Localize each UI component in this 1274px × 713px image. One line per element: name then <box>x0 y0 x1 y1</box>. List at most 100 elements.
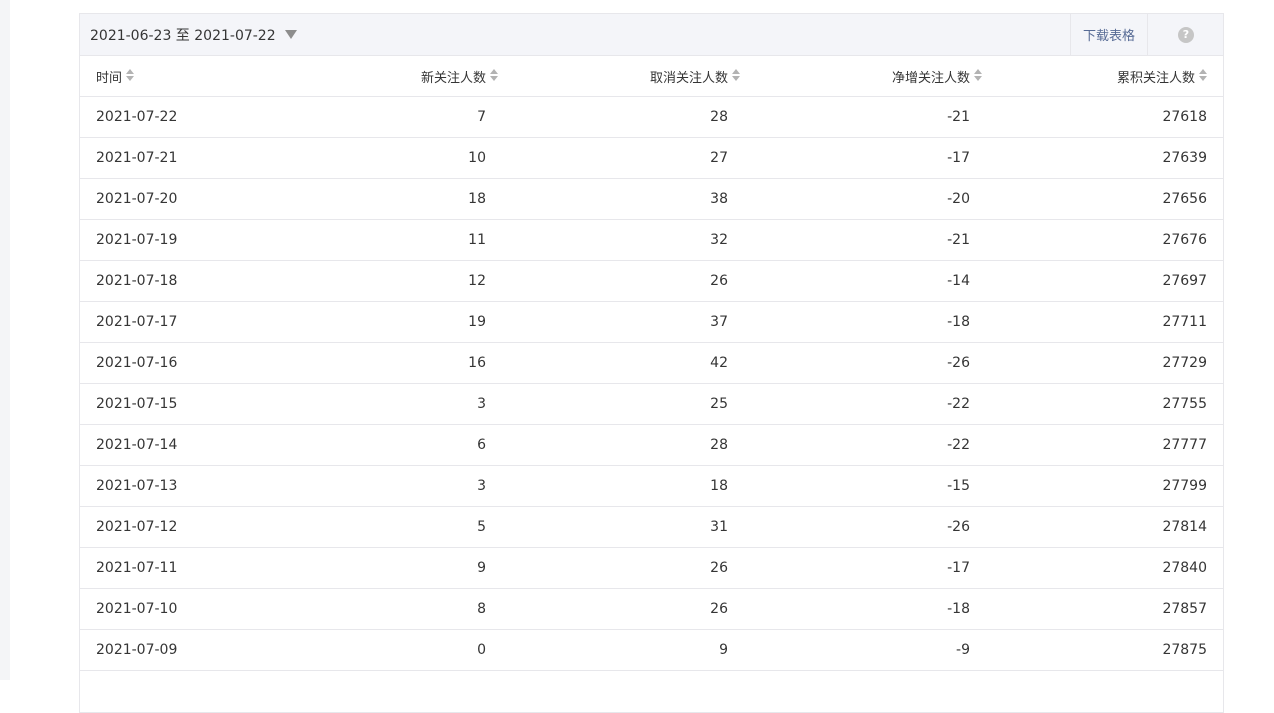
table-header-row: 时间 新关注人数 取消关注人数 净增关注人数 累积关注人数 <box>80 56 1223 97</box>
date-range-picker[interactable]: 2021-06-23 至 2021-07-22 <box>90 14 297 55</box>
cell-total-followers: 27799 <box>982 465 1223 507</box>
cell-net-growth: -17 <box>740 137 982 179</box>
cell-net-growth: -22 <box>740 424 982 466</box>
cell-date: 2021-07-20 <box>80 178 256 220</box>
column-header-total-followers[interactable]: 累积关注人数 <box>982 56 1223 97</box>
table-row: 2021-07-10 8 26 -18 27857 <box>80 588 1223 630</box>
cell-date: 2021-07-22 <box>80 96 256 138</box>
sort-icon <box>732 69 740 81</box>
column-header-label: 取消关注人数 <box>649 70 728 86</box>
cell-unfollows: 18 <box>498 465 740 507</box>
cell-total-followers: 27777 <box>982 424 1223 466</box>
cell-date: 2021-07-18 <box>80 260 256 302</box>
cell-net-growth: -26 <box>740 342 982 384</box>
cell-new-followers: 12 <box>256 260 498 302</box>
help-button[interactable]: ? <box>1147 14 1224 55</box>
cell-new-followers: 10 <box>256 137 498 179</box>
column-header-label: 新关注人数 <box>420 70 486 86</box>
cell-unfollows: 27 <box>498 137 740 179</box>
table-row: 2021-07-20 18 38 -20 27656 <box>80 178 1223 220</box>
cell-date: 2021-07-21 <box>80 137 256 179</box>
cell-new-followers: 6 <box>256 424 498 466</box>
column-header-label: 累积关注人数 <box>1116 70 1195 86</box>
cell-net-growth: -26 <box>740 506 982 548</box>
download-table-button[interactable]: 下载表格 <box>1070 14 1147 55</box>
cell-new-followers: 19 <box>256 301 498 343</box>
table-row: 2021-07-11 9 26 -17 27840 <box>80 547 1223 589</box>
table-row: 2021-07-09 0 9 -9 27875 <box>80 629 1223 671</box>
cell-date: 2021-07-14 <box>80 424 256 466</box>
cell-unfollows: 26 <box>498 547 740 589</box>
cell-unfollows: 32 <box>498 219 740 261</box>
cell-unfollows: 37 <box>498 301 740 343</box>
cell-new-followers: 8 <box>256 588 498 630</box>
cell-new-followers: 5 <box>256 506 498 548</box>
cell-total-followers: 27857 <box>982 588 1223 630</box>
data-table-panel: 2021-06-23 至 2021-07-22 下载表格 ? 时间 新关注人数 … <box>79 13 1224 713</box>
cell-total-followers: 27639 <box>982 137 1223 179</box>
cell-total-followers: 27729 <box>982 342 1223 384</box>
table-row: 2021-07-18 12 26 -14 27697 <box>80 260 1223 302</box>
sort-icon <box>490 69 498 81</box>
cell-net-growth: -18 <box>740 301 982 343</box>
cell-new-followers: 3 <box>256 465 498 507</box>
table-row: 2021-07-13 3 18 -15 27799 <box>80 465 1223 507</box>
table-row: 2021-07-22 7 28 -21 27618 <box>80 96 1223 138</box>
cell-date: 2021-07-15 <box>80 383 256 425</box>
cell-new-followers: 11 <box>256 219 498 261</box>
cell-date: 2021-07-09 <box>80 629 256 671</box>
table-row: 2021-07-16 16 42 -26 27729 <box>80 342 1223 384</box>
column-header-unfollows[interactable]: 取消关注人数 <box>498 56 740 97</box>
sort-icon <box>1199 69 1207 81</box>
cell-net-growth: -22 <box>740 383 982 425</box>
cell-new-followers: 0 <box>256 629 498 671</box>
cell-total-followers: 27676 <box>982 219 1223 261</box>
cell-new-followers: 16 <box>256 342 498 384</box>
column-header-label: 净增关注人数 <box>891 70 970 86</box>
cell-unfollows: 9 <box>498 629 740 671</box>
cell-total-followers: 27840 <box>982 547 1223 589</box>
cell-total-followers: 27618 <box>982 96 1223 138</box>
column-header-net-growth[interactable]: 净增关注人数 <box>740 56 982 97</box>
cell-date: 2021-07-13 <box>80 465 256 507</box>
left-background-strip <box>0 0 10 680</box>
column-header-date[interactable]: 时间 <box>80 56 256 97</box>
cell-unfollows: 42 <box>498 342 740 384</box>
table-row: 2021-07-12 5 31 -26 27814 <box>80 506 1223 548</box>
cell-unfollows: 26 <box>498 588 740 630</box>
cell-net-growth: -21 <box>740 219 982 261</box>
cell-unfollows: 25 <box>498 383 740 425</box>
cell-date: 2021-07-19 <box>80 219 256 261</box>
cell-date: 2021-07-11 <box>80 547 256 589</box>
table-row: 2021-07-17 19 37 -18 27711 <box>80 301 1223 343</box>
table-body: 2021-07-22 7 28 -21 27618 2021-07-21 10 27 -17 27… <box>80 96 1223 671</box>
cell-unfollows: 38 <box>498 178 740 220</box>
cell-unfollows: 26 <box>498 260 740 302</box>
date-range-label: 2021-06-23 至 2021-07-22 <box>90 27 276 44</box>
cell-total-followers: 27755 <box>982 383 1223 425</box>
table-row: 2021-07-21 10 27 -17 27639 <box>80 137 1223 179</box>
table-row: 2021-07-14 6 28 -22 27777 <box>80 424 1223 466</box>
cell-date: 2021-07-12 <box>80 506 256 548</box>
column-header-new-followers[interactable]: 新关注人数 <box>256 56 498 97</box>
sort-icon <box>974 69 982 81</box>
followers-table: 时间 新关注人数 取消关注人数 净增关注人数 累积关注人数 2021-07-22… <box>80 56 1223 671</box>
cell-unfollows: 31 <box>498 506 740 548</box>
cell-net-growth: -20 <box>740 178 982 220</box>
cell-date: 2021-07-16 <box>80 342 256 384</box>
cell-net-growth: -14 <box>740 260 982 302</box>
cell-new-followers: 18 <box>256 178 498 220</box>
cell-total-followers: 27875 <box>982 629 1223 671</box>
cell-unfollows: 28 <box>498 96 740 138</box>
cell-total-followers: 27711 <box>982 301 1223 343</box>
table-row: 2021-07-15 3 25 -22 27755 <box>80 383 1223 425</box>
cell-net-growth: -17 <box>740 547 982 589</box>
cell-net-growth: -15 <box>740 465 982 507</box>
cell-total-followers: 27814 <box>982 506 1223 548</box>
cell-new-followers: 3 <box>256 383 498 425</box>
table-row: 2021-07-19 11 32 -21 27676 <box>80 219 1223 261</box>
cell-net-growth: -21 <box>740 96 982 138</box>
caret-down-icon <box>284 30 297 39</box>
cell-net-growth: -9 <box>740 629 982 671</box>
cell-net-growth: -18 <box>740 588 982 630</box>
